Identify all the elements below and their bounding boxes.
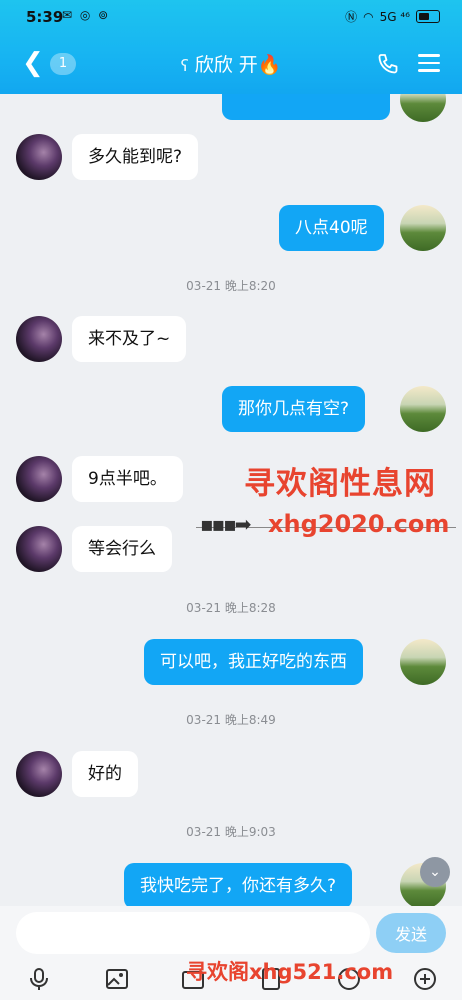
- nfc-icon: Ⓝ: [345, 10, 358, 24]
- message-bubble[interactable]: 来不及了~: [72, 316, 187, 362]
- watermark-arrow-icon: ▪▪▪➡: [200, 512, 251, 536]
- partial-message: [222, 94, 390, 120]
- timestamp: 03-21 晚上8:49: [186, 713, 276, 727]
- scroll-down-icon[interactable]: ⌄: [420, 857, 450, 887]
- message-bubble[interactable]: 八点40呢: [279, 205, 384, 251]
- ear-icon: ʕ: [180, 56, 189, 75]
- contact-avatar[interactable]: [16, 316, 62, 362]
- contact-avatar[interactable]: [16, 526, 62, 572]
- wifi-icon: ◠: [363, 9, 374, 24]
- watermark-title: 寻欢阁性息网: [244, 466, 436, 502]
- phone-icon[interactable]: [376, 52, 400, 76]
- plus-icon[interactable]: [412, 966, 438, 992]
- message-bubble[interactable]: 好的: [72, 751, 138, 797]
- message-bubble[interactable]: 多久能到呢?: [72, 134, 199, 180]
- status-time: 5:39: [26, 8, 64, 26]
- timestamp: 03-21 晚上8:20: [186, 279, 276, 293]
- voice-icon[interactable]: [26, 966, 52, 992]
- battery-icon: [416, 10, 440, 23]
- message-bubble[interactable]: 9点半吧。: [72, 456, 183, 502]
- title-bar: 5:39 ✉ ◎ ⊚ Ⓝ ◠ 5G ⁴⁶ ❮ 1 ʕ 欣欣 开🔥: [0, 0, 462, 94]
- message-input[interactable]: [16, 912, 370, 954]
- message-bubble[interactable]: 那你几点有空?: [222, 386, 366, 432]
- contact-avatar[interactable]: [16, 751, 62, 797]
- contact-name: 欣欣 开🔥: [194, 54, 282, 76]
- message-bubble[interactable]: 我快吃完了，你还有多久?: [124, 863, 353, 906]
- my-avatar[interactable]: [400, 639, 446, 685]
- message-bubble[interactable]: 可以吧，我正好吃的东西: [144, 639, 363, 685]
- my-avatar[interactable]: [400, 386, 446, 432]
- my-avatar[interactable]: [400, 94, 446, 122]
- contact-avatar[interactable]: [16, 134, 62, 180]
- watermark-url: xhg2020.com: [268, 510, 450, 538]
- timestamp: 03-21 晚上8:28: [186, 601, 276, 615]
- timestamp: 03-21 晚上9:03: [186, 825, 276, 839]
- contact-avatar[interactable]: [16, 456, 62, 502]
- status-icons: Ⓝ ◠ 5G ⁴⁶: [345, 8, 440, 25]
- image-icon[interactable]: [104, 966, 130, 992]
- signal-icon: 5G ⁴⁶: [379, 9, 410, 24]
- send-button[interactable]: 发送: [376, 913, 446, 953]
- watermark-bottom: 寻欢阁xhg521.com: [186, 960, 394, 984]
- notification-icons: ✉ ◎ ⊚: [62, 8, 111, 22]
- message-bubble[interactable]: 等会行么: [72, 526, 172, 572]
- my-avatar[interactable]: [400, 205, 446, 251]
- menu-icon[interactable]: [418, 54, 440, 72]
